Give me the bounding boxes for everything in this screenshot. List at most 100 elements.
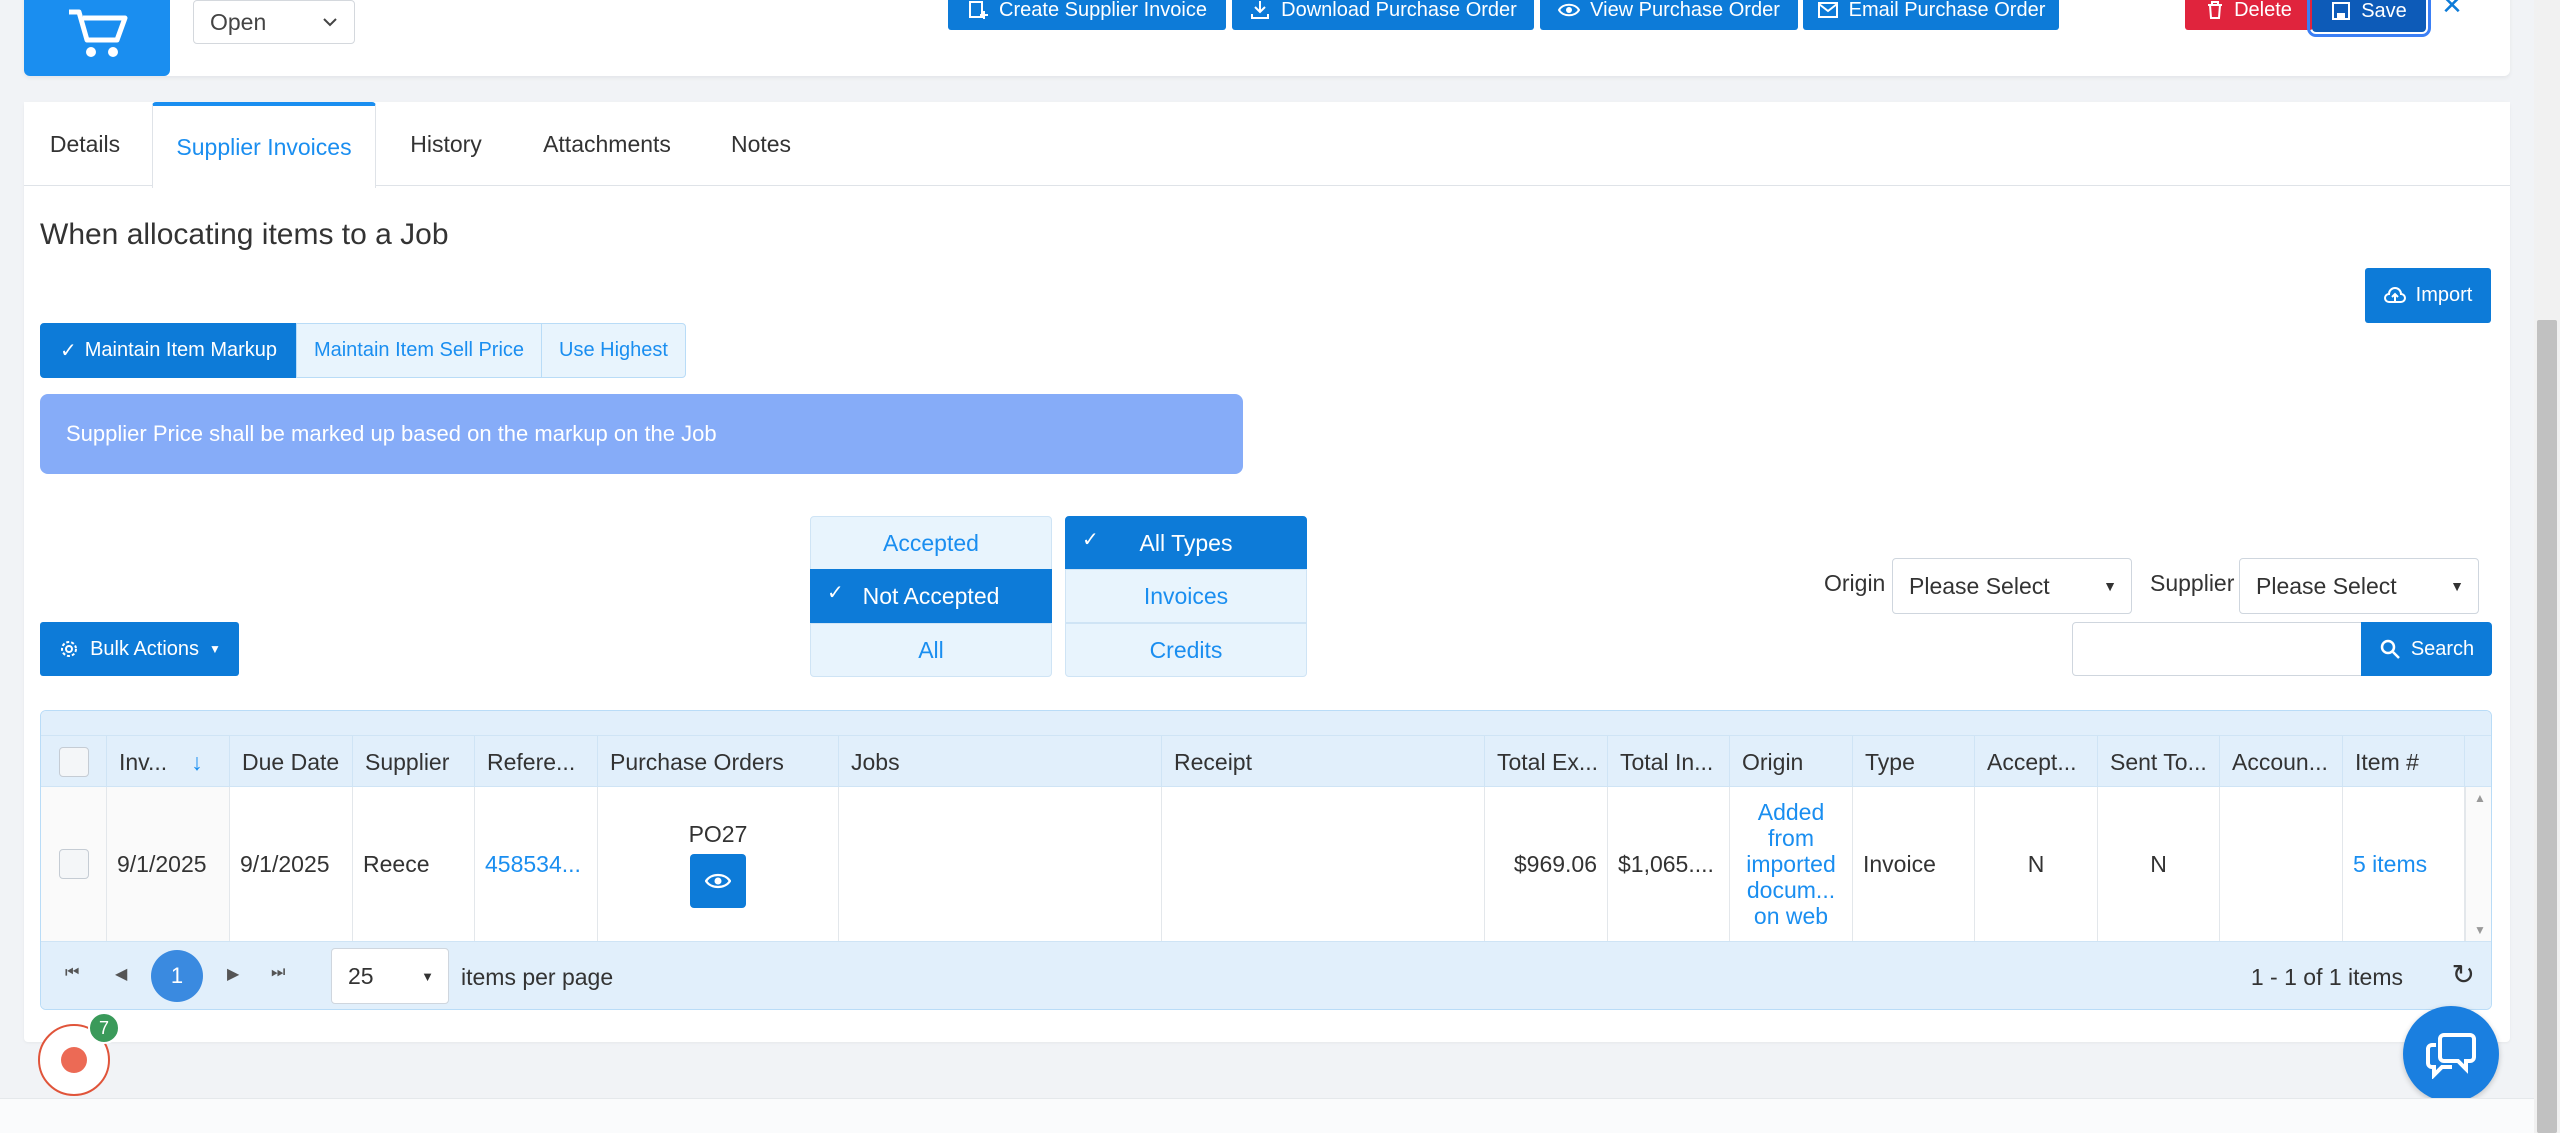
col-origin[interactable]: Origin <box>1730 736 1853 788</box>
grid-header: Inv... ↓ Due Date Supplier Refere... Purc… <box>41 735 2491 788</box>
trash-icon <box>2208 1 2223 19</box>
maintain-item-markup-option[interactable]: ✓ Maintain Item Markup <box>40 323 297 378</box>
chat-bubbles-icon <box>2426 1033 2476 1079</box>
cart-icon <box>24 0 170 76</box>
cell-items-link[interactable]: 5 items <box>2343 787 2465 941</box>
status-select[interactable]: Open <box>193 0 355 44</box>
bulk-actions-button[interactable]: Bulk Actions ▼ <box>40 622 239 676</box>
grid-pager: ⏮ ◀ 1 ▶ ⏭ 25 ▼ items per page 1 - 1 of 1 … <box>41 941 2491 1009</box>
view-po-button[interactable] <box>690 853 746 908</box>
refresh-icon[interactable]: ↻ <box>2452 958 2475 991</box>
purchase-order-number: PO27 <box>688 820 748 847</box>
cell-supplier: Reece <box>353 787 475 941</box>
page-scroll-thumb[interactable] <box>2537 320 2557 1133</box>
first-page-icon[interactable]: ⏮ <box>65 964 79 982</box>
page-size-select[interactable]: 25 ▼ <box>331 948 449 1004</box>
floppy-disk-icon <box>2332 2 2351 20</box>
select-all-checkbox[interactable] <box>58 747 89 777</box>
cell-reference-link[interactable]: 458534... <box>475 787 598 941</box>
search-button[interactable]: Search <box>2361 622 2492 676</box>
filter-all-types[interactable]: ✓ All Types <box>1065 516 1307 570</box>
chevron-down-icon <box>323 18 337 27</box>
filter-invoices[interactable]: Invoices <box>1065 569 1307 623</box>
col-total-inc[interactable]: Total In... <box>1608 736 1730 788</box>
delete-button[interactable]: Delete <box>2185 0 2313 30</box>
maintain-item-sell-price-option[interactable]: Maintain Item Sell Price <box>296 323 542 378</box>
download-purchase-order-button[interactable]: Download Purchase Order <box>1232 0 1534 30</box>
col-invoice-date[interactable]: Inv... ↓ <box>107 736 230 788</box>
col-purchase-orders[interactable]: Purchase Orders <box>598 736 839 788</box>
select-all-cell <box>41 736 107 788</box>
filter-not-accepted[interactable]: ✓ Not Accepted <box>810 569 1052 623</box>
check-icon: ✓ <box>827 582 844 604</box>
caret-down-icon: ▼ <box>421 968 434 984</box>
col-total-ex[interactable]: Total Ex... <box>1485 736 1608 788</box>
gear-icon <box>61 641 78 657</box>
supplier-invoices-grid: Inv... ↓ Due Date Supplier Refere... Purc… <box>40 710 2492 1010</box>
sort-down-arrow-icon: ↓ <box>191 748 203 775</box>
download-icon <box>1251 1 1270 19</box>
eye-icon <box>705 873 731 888</box>
row-checkbox[interactable] <box>58 849 89 879</box>
supplier-select[interactable]: Please Select ▼ <box>2239 558 2479 614</box>
tab-history[interactable]: History <box>404 102 488 186</box>
col-receipt[interactable]: Receipt <box>1162 736 1485 788</box>
col-accepted[interactable]: Accept... <box>1975 736 2098 788</box>
create-supplier-invoice-button[interactable]: Create Supplier Invoice <box>948 0 1226 30</box>
col-supplier[interactable]: Supplier <box>353 736 475 788</box>
close-icon[interactable]: ✕ <box>2440 0 2464 20</box>
invoice-plus-icon <box>969 1 989 19</box>
items-per-page-label: items per page <box>461 964 614 990</box>
cell-accepted: N <box>1975 787 2098 941</box>
tab-attachments[interactable]: Attachments <box>536 102 678 186</box>
origin-select[interactable]: Please Select ▼ <box>1892 558 2132 614</box>
filter-credits[interactable]: Credits <box>1065 623 1307 677</box>
col-account[interactable]: Accoun... <box>2220 736 2343 788</box>
save-button[interactable]: Save <box>2307 0 2431 37</box>
email-purchase-order-button[interactable]: Email Purchase Order <box>1803 0 2059 30</box>
cell-receipt <box>1162 787 1485 941</box>
search-input[interactable] <box>2072 622 2362 676</box>
section-title: When allocating items to a Job <box>40 218 449 251</box>
check-icon: ✓ <box>59 340 77 362</box>
grid-vertical-scrollbar[interactable]: ▲ ▼ <box>2465 787 2491 941</box>
check-icon: ✓ <box>1082 529 1099 551</box>
filter-accepted[interactable]: Accepted <box>810 516 1052 570</box>
page-button-current[interactable]: 1 <box>151 950 203 1002</box>
col-reference[interactable]: Refere... <box>475 736 598 788</box>
col-due-date[interactable]: Due Date <box>230 736 353 788</box>
view-purchase-order-button[interactable]: View Purchase Order <box>1540 0 1798 30</box>
filter-all[interactable]: All <box>810 623 1052 677</box>
upload-cloud-icon <box>2383 286 2406 303</box>
cell-origin-link[interactable]: Added from imported docum... on web <box>1730 787 1853 941</box>
tab-supplier-invoices[interactable]: Supplier Invoices <box>152 102 376 188</box>
col-item-count[interactable]: Item # <box>2343 736 2465 788</box>
supplier-label: Supplier <box>2150 570 2235 596</box>
import-button[interactable]: Import <box>2365 268 2491 323</box>
grid-toolbar <box>41 711 2491 735</box>
cell-type: Invoice <box>1853 787 1975 941</box>
last-page-icon[interactable]: ⏭ <box>271 964 285 982</box>
tab-details[interactable]: Details <box>40 102 130 186</box>
tab-notes[interactable]: Notes <box>726 102 796 186</box>
tab-bar <box>24 102 2510 186</box>
col-type[interactable]: Type <box>1853 736 1975 788</box>
footer <box>0 1098 2534 1133</box>
pager-summary: 1 - 1 of 1 items <box>2250 964 2403 990</box>
help-chat-button[interactable] <box>2403 1006 2499 1102</box>
prev-page-icon[interactable]: ◀ <box>115 964 127 984</box>
eye-icon <box>1558 3 1581 17</box>
caret-down-icon: ▼ <box>2103 578 2117 594</box>
cell-total-ex: $969.06 <box>1485 787 1608 941</box>
col-sent-to[interactable]: Sent To... <box>2098 736 2220 788</box>
col-jobs[interactable]: Jobs <box>839 736 1162 788</box>
cell-due-date: 9/1/2025 <box>230 787 353 941</box>
scroll-down-icon[interactable]: ▼ <box>2474 923 2486 937</box>
allocation-info-bar: Supplier Price shall be marked up based … <box>40 394 1243 474</box>
cell-account <box>2220 787 2343 941</box>
cell-total-inc: $1,065.... <box>1608 787 1730 941</box>
recording-dot-icon <box>61 1047 87 1073</box>
next-page-icon[interactable]: ▶ <box>227 964 239 984</box>
scroll-up-icon[interactable]: ▲ <box>2474 791 2486 805</box>
use-highest-option[interactable]: Use Highest <box>541 323 686 378</box>
